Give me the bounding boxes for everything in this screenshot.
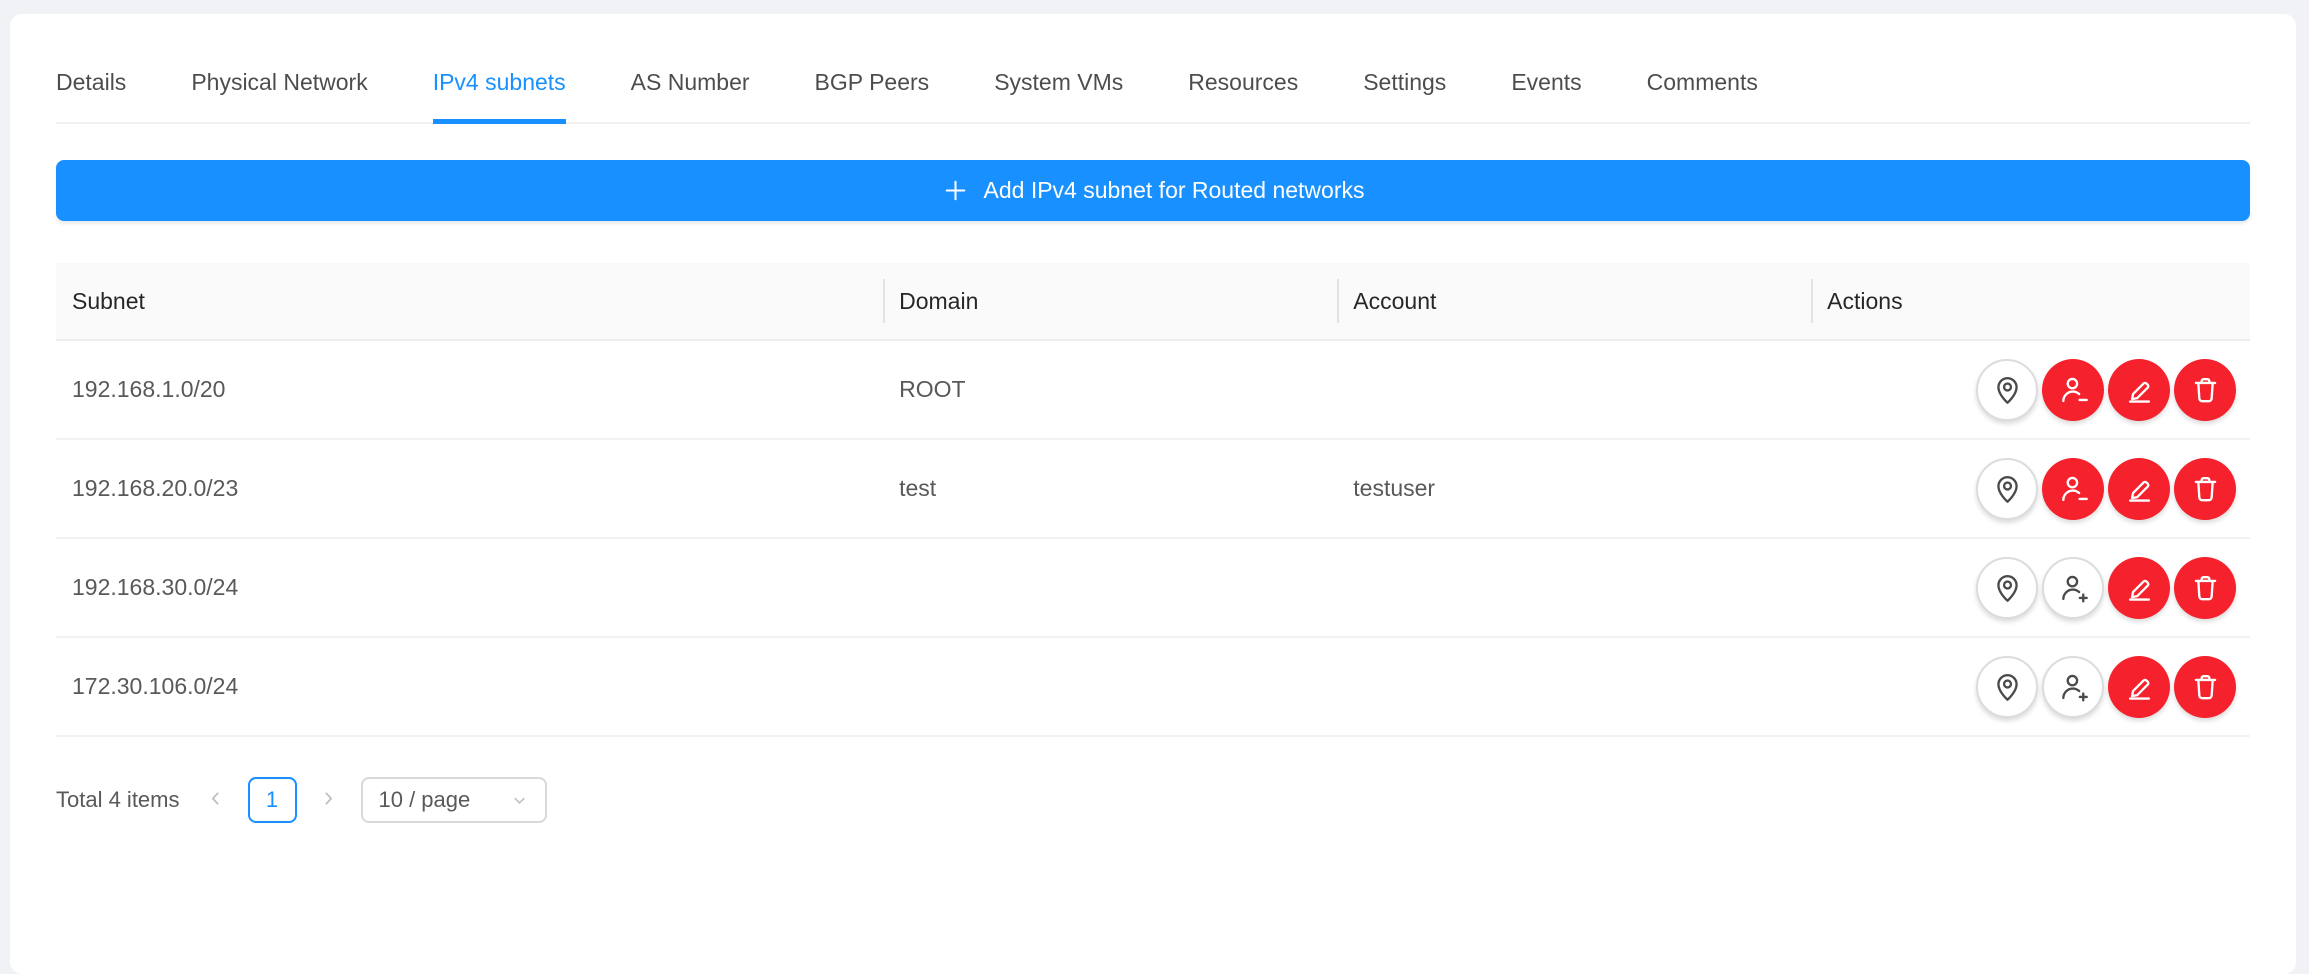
location-pin-button[interactable]: [1976, 656, 2038, 718]
chevron-left-icon: [205, 788, 226, 812]
table-row: 192.168.1.0/20ROOT: [56, 340, 2250, 439]
delete-button[interactable]: [2174, 557, 2236, 619]
table-row: 172.30.106.0/24: [56, 637, 2250, 736]
user-minus-icon: [2057, 472, 2090, 505]
edit-button[interactable]: [2108, 458, 2170, 520]
location-pin-icon: [1991, 571, 2024, 604]
user-minus-icon: [2057, 373, 2090, 406]
actions-cell: [1811, 637, 2250, 736]
edit-icon: [2123, 373, 2156, 406]
actions-cell: [1811, 439, 2250, 538]
page-size-label: 10 / page: [379, 787, 471, 813]
delete-icon: [2189, 670, 2222, 703]
actions-cell: [1811, 538, 2250, 637]
subnet-cell: 192.168.20.0/23: [56, 439, 883, 538]
previous-page-button[interactable]: [201, 778, 231, 823]
edit-icon: [2123, 472, 2156, 505]
table-header-row: Subnet Domain Account Actions: [56, 263, 2250, 340]
location-pin-button[interactable]: [1976, 557, 2038, 619]
domain-cell: [883, 637, 1337, 736]
tab-physical-network[interactable]: Physical Network: [191, 50, 367, 122]
account-cell: testuser: [1337, 439, 1811, 538]
column-header-subnet: Subnet: [56, 263, 883, 340]
table-row: 192.168.30.0/24: [56, 538, 2250, 637]
subnet-cell: 192.168.1.0/20: [56, 340, 883, 439]
user-minus-button[interactable]: [2042, 359, 2104, 421]
location-pin-icon: [1991, 373, 2024, 406]
actions-cell: [1811, 340, 2250, 439]
column-header-domain: Domain: [883, 263, 1337, 340]
add-ipv4-subnet-button[interactable]: Add IPv4 subnet for Routed networks: [56, 160, 2250, 221]
tab-resources[interactable]: Resources: [1188, 50, 1298, 122]
delete-button[interactable]: [2174, 359, 2236, 421]
edit-button[interactable]: [2108, 359, 2170, 421]
user-plus-icon: [2057, 670, 2090, 703]
location-pin-button[interactable]: [1976, 359, 2038, 421]
delete-icon: [2189, 472, 2222, 505]
pagination-total: Total 4 items: [56, 787, 180, 813]
column-header-account: Account: [1337, 263, 1811, 340]
user-plus-button[interactable]: [2042, 557, 2104, 619]
user-minus-button[interactable]: [2042, 458, 2104, 520]
tab-settings[interactable]: Settings: [1363, 50, 1446, 122]
add-ipv4-subnet-button-label: Add IPv4 subnet for Routed networks: [984, 177, 1365, 204]
domain-cell: [883, 538, 1337, 637]
network-details-card: Details Physical Network IPv4 subnets AS Nu…: [10, 14, 2296, 974]
table-row: 192.168.20.0/23testtestuser: [56, 439, 2250, 538]
tab-bgp-peers[interactable]: BGP Peers: [815, 50, 930, 122]
edit-button[interactable]: [2108, 557, 2170, 619]
tab-events[interactable]: Events: [1511, 50, 1581, 122]
table-body: 192.168.1.0/20ROOT192.168.20.0/23testtes…: [56, 340, 2250, 736]
edit-icon: [2123, 571, 2156, 604]
tab-ipv4-subnets[interactable]: IPv4 subnets: [433, 50, 566, 122]
account-cell: [1337, 637, 1811, 736]
chevron-down-icon: [510, 791, 529, 810]
subnet-cell: 192.168.30.0/24: [56, 538, 883, 637]
tab-comments[interactable]: Comments: [1647, 50, 1758, 122]
chevron-right-icon: [318, 788, 339, 812]
tab-details[interactable]: Details: [56, 50, 126, 122]
delete-icon: [2189, 571, 2222, 604]
domain-cell: ROOT: [883, 340, 1337, 439]
page-number-button[interactable]: 1: [248, 777, 297, 823]
tab-system-vms[interactable]: System VMs: [994, 50, 1123, 122]
edit-button[interactable]: [2108, 656, 2170, 718]
tab-bar: Details Physical Network IPv4 subnets AS Nu…: [56, 14, 2250, 124]
next-page-button[interactable]: [314, 778, 344, 823]
pagination: Total 4 items 1 10 / page: [56, 777, 2250, 823]
tab-as-number[interactable]: AS Number: [631, 50, 750, 122]
account-cell: [1337, 538, 1811, 637]
page-size-select[interactable]: 10 / page: [361, 777, 547, 823]
location-pin-icon: [1991, 670, 2024, 703]
location-pin-button[interactable]: [1976, 458, 2038, 520]
column-header-actions: Actions: [1811, 263, 2250, 340]
edit-icon: [2123, 670, 2156, 703]
ipv4-subnets-table: Subnet Domain Account Actions 192.168.1.…: [56, 263, 2250, 737]
location-pin-icon: [1991, 472, 2024, 505]
account-cell: [1337, 340, 1811, 439]
domain-cell: test: [883, 439, 1337, 538]
delete-icon: [2189, 373, 2222, 406]
delete-button[interactable]: [2174, 458, 2236, 520]
plus-icon: [942, 177, 969, 204]
subnet-cell: 172.30.106.0/24: [56, 637, 883, 736]
delete-button[interactable]: [2174, 656, 2236, 718]
user-plus-icon: [2057, 571, 2090, 604]
user-plus-button[interactable]: [2042, 656, 2104, 718]
